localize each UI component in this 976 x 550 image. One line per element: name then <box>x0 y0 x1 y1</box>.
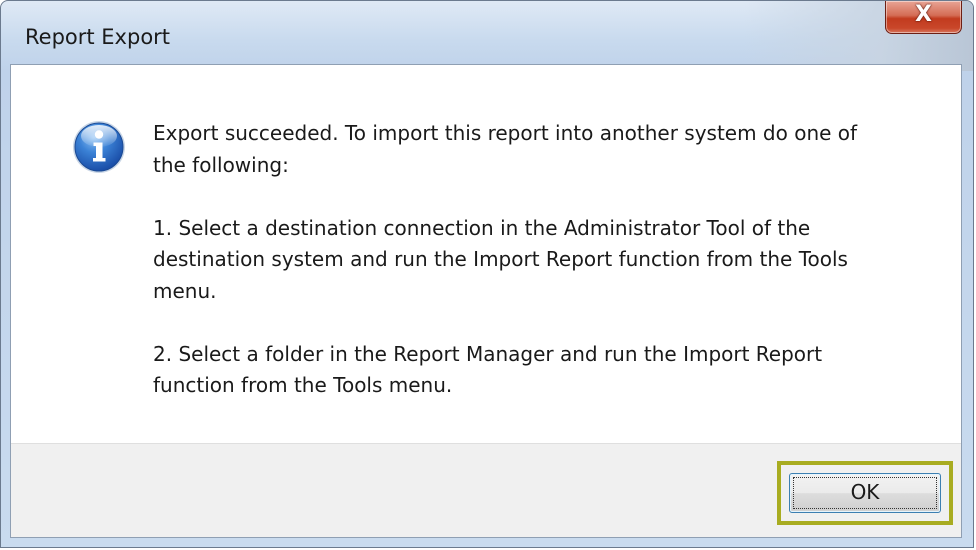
message-area: Export succeeded. To import this report … <box>11 65 961 443</box>
message-option-2: 2. Select a folder in the Report Manager… <box>153 341 823 398</box>
button-bar: OK <box>11 443 961 537</box>
ok-button-highlight: OK <box>777 461 953 525</box>
window-title: Report Export <box>25 25 171 49</box>
ok-button[interactable]: OK <box>789 473 941 513</box>
message-text: Export succeeded. To import this report … <box>153 118 933 433</box>
report-export-dialog: Report Export X Export succeeded. To imp… <box>0 0 974 548</box>
message-intro: Export succeeded. To import this report … <box>153 121 858 177</box>
information-icon <box>73 121 125 173</box>
close-button[interactable]: X <box>885 1 962 34</box>
message-option-1: 1. Select a destination connection in th… <box>153 215 848 303</box>
dialog-client-area: Export succeeded. To import this report … <box>10 64 962 538</box>
close-icon: X <box>915 2 932 27</box>
focus-ring <box>793 477 937 509</box>
